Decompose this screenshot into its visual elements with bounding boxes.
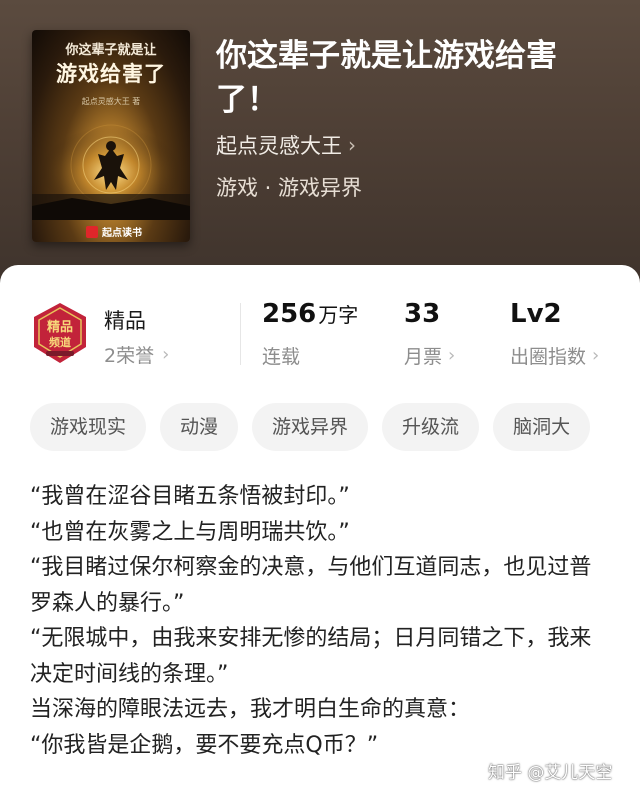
influence-level: Lv2 (510, 299, 562, 329)
author-name: 起点灵感大王 (216, 134, 342, 158)
cover-author: 起点灵感大王 著 (81, 97, 141, 106)
cover-publisher-label: 起点读书 (102, 228, 142, 239)
chevron-right-icon: › (348, 133, 356, 157)
cover-title-line2: 游戏给害了 (56, 62, 166, 86)
synopsis-line: “无限城中，由我来安排无惨的结局；日月同错之下，我来决定时间线的条理。” (30, 626, 592, 687)
synopsis-line: “我曾在涩谷目睹五条悟被封印。” (30, 484, 350, 509)
book-title: 你这辈子就是让游戏给害了！ (216, 38, 557, 118)
monthly-tickets-label: 月票 (404, 346, 443, 368)
jingpin-badge-icon: 精品 频道 (34, 303, 86, 363)
cover-illustration (32, 122, 190, 220)
book-header: 你这辈子就是让 游戏给害了 起点灵感大王 著 起点读书 你这辈子就是让游戏给害了… (0, 0, 640, 300)
book-synopsis[interactable]: “我曾在涩谷目睹五条悟被封印。” “也曾在灰雾之上与周明瑞共饮。” “我目睹过保… (30, 479, 610, 763)
chevron-right-icon: › (162, 344, 170, 365)
author-link[interactable]: 起点灵感大王 › (216, 130, 356, 160)
synopsis-line: “我目睹过保尔柯察金的决意，与他们互道同志，也见过普罗森人的暴行。” (30, 555, 592, 616)
chevron-right-icon: › (448, 345, 456, 366)
qidian-logo-icon (86, 225, 98, 238)
tag-chip[interactable]: 升级流 (382, 403, 480, 451)
synopsis-line: 当深海的障眼法远去，我才明白生命的真意： (30, 697, 471, 722)
tag-chip[interactable]: 脑洞大 (493, 403, 591, 451)
cover-title-line1: 你这辈子就是让 (65, 43, 157, 58)
word-count-unit: 万字 (318, 303, 359, 327)
honor-link[interactable]: 2荣誉 › (104, 341, 169, 368)
svg-text:频道: 频道 (49, 335, 71, 349)
word-count: 256 万字 (262, 299, 358, 329)
chevron-right-icon: › (592, 345, 600, 366)
book-cover[interactable]: 你这辈子就是让 游戏给害了 起点灵感大王 著 起点读书 (32, 30, 190, 242)
quality-label: 精品 (104, 309, 146, 333)
tag-chip[interactable]: 游戏现实 (30, 403, 147, 451)
influence-index-link[interactable]: 出圈指数 › (510, 342, 599, 369)
honor-count: 2荣誉 (104, 345, 155, 367)
serial-status-label: 连载 (262, 346, 301, 368)
tag-chip[interactable]: 动漫 (160, 403, 239, 451)
stats-divider (240, 303, 241, 365)
serial-status: 连载 (262, 342, 300, 369)
cover-publisher: 起点读书 (86, 224, 142, 239)
word-count-value: 256 (262, 299, 317, 329)
monthly-tickets: 33 (404, 299, 441, 329)
tag-chip[interactable]: 游戏异界 (252, 403, 369, 451)
book-genre: 游戏 · 游戏异界 (216, 176, 363, 200)
monthly-tickets-link[interactable]: 月票 › (404, 342, 455, 369)
book-info-card: 精品 频道 精品 2荣誉 › 256 万字 连载 33 月票 › Lv2 出圈指数… (0, 265, 640, 799)
svg-text:精品: 精品 (47, 319, 73, 335)
influence-index-label: 出圈指数 (510, 346, 587, 368)
tag-list: 游戏现实 动漫 游戏异界 升级流 脑洞大 (30, 403, 591, 451)
zhihu-watermark: 知乎 @艾儿天空 (488, 763, 613, 783)
synopsis-line: “也曾在灰雾之上与周明瑞共饮。” (30, 519, 350, 545)
